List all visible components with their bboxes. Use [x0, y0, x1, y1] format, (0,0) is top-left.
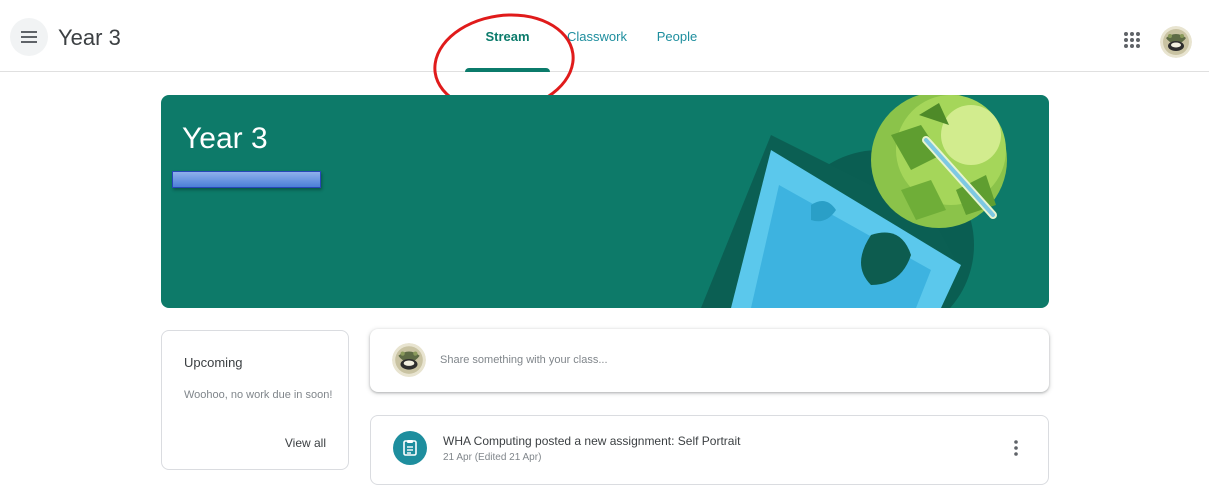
tab-classwork[interactable]: Classwork [552, 0, 642, 72]
hamburger-menu-icon [21, 31, 37, 43]
apps-grid-icon[interactable] [1120, 28, 1144, 52]
assignment-icon [393, 431, 427, 465]
tab-bar: Stream Classwork People [463, 0, 712, 72]
post-title[interactable]: WHA Computing posted a new assignment: S… [443, 434, 740, 448]
upcoming-card: Upcoming Woohoo, no work due in soon! Vi… [161, 330, 349, 470]
tab-stream-label: Stream [485, 28, 530, 44]
tab-stream[interactable]: Stream [463, 0, 552, 72]
view-all-link[interactable]: View all [285, 436, 326, 450]
redacted-bar [172, 171, 321, 188]
top-bar: Year 3 Stream Classwork People [0, 0, 1209, 122]
globe-illustration-icon [701, 95, 1007, 308]
tab-classwork-label: Classwork [567, 28, 627, 44]
share-avatar [392, 343, 426, 377]
avatar-image-icon [392, 343, 426, 377]
more-vert-icon [1014, 440, 1018, 456]
post-date: 21 Apr (Edited 21 Apr) [443, 452, 542, 463]
post-more-options-button[interactable] [1006, 436, 1026, 460]
active-tab-indicator [465, 68, 550, 72]
upcoming-title: Upcoming [184, 355, 243, 370]
tab-people-label: People [656, 28, 698, 44]
class-title: Year 3 [58, 25, 121, 50]
main-menu-button[interactable] [10, 18, 48, 56]
banner-title: Year 3 [182, 122, 268, 155]
avatar-image-icon [1160, 26, 1192, 58]
upcoming-message: Woohoo, no work due in soon! [184, 389, 333, 401]
tab-people[interactable]: People [642, 0, 712, 72]
share-with-class-box[interactable]: Share something with your class... [370, 329, 1049, 392]
share-placeholder: Share something with your class... [440, 354, 608, 366]
class-banner: Year 3 [161, 95, 1049, 308]
account-avatar[interactable] [1160, 26, 1192, 58]
